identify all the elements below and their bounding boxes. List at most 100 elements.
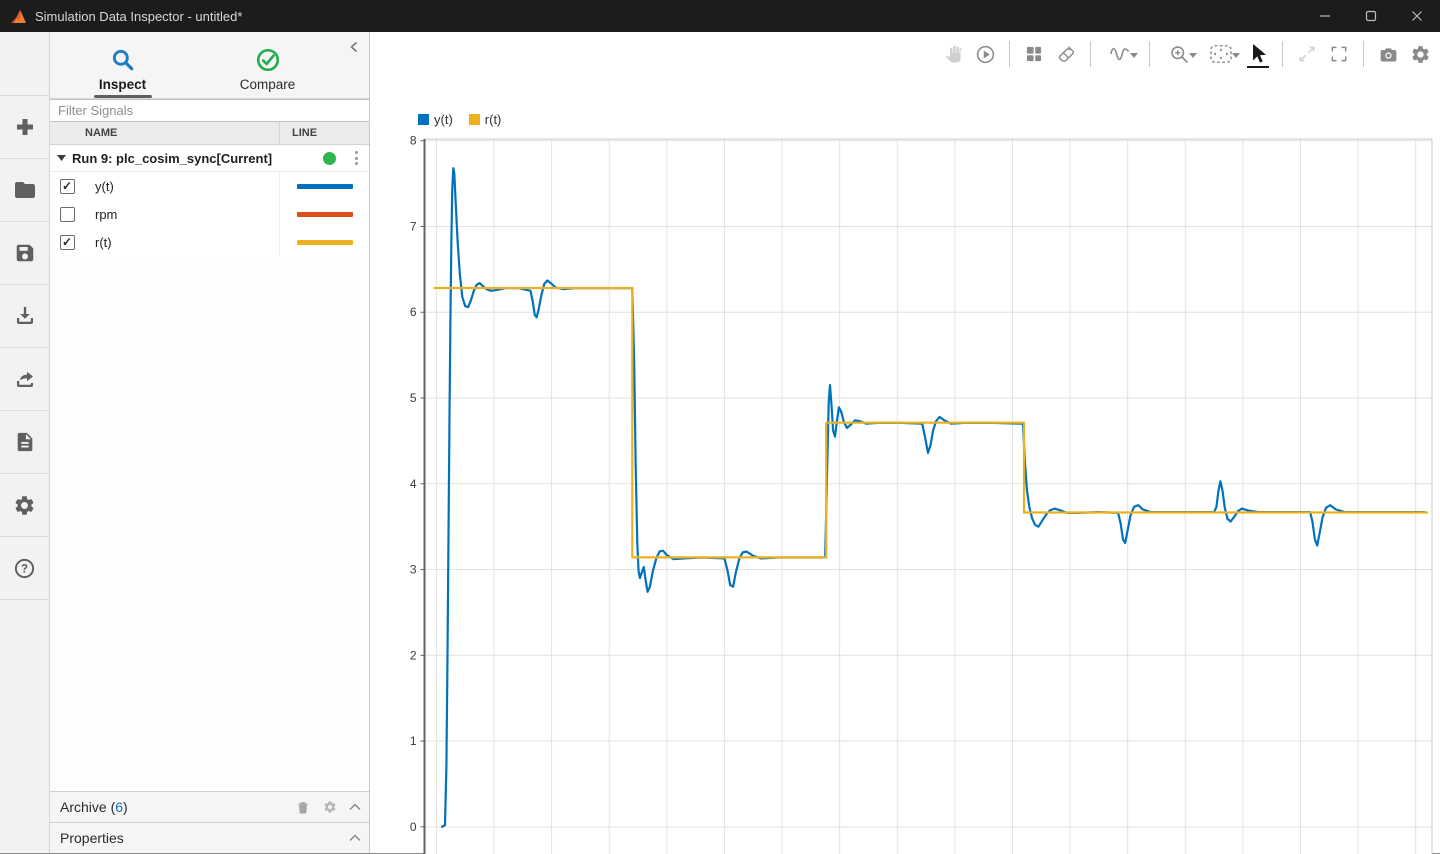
gear-icon xyxy=(13,494,36,517)
magnifier-icon xyxy=(110,47,136,73)
close-icon xyxy=(1411,10,1423,22)
window-title: Simulation Data Inspector - untitled* xyxy=(35,9,242,24)
tab-inspect[interactable]: Inspect xyxy=(50,32,195,98)
expand-icon xyxy=(1297,44,1317,64)
maximize-icon xyxy=(1365,10,1377,22)
signal-row[interactable]: ✓ r(t) xyxy=(50,228,369,256)
add-button[interactable] xyxy=(0,96,49,159)
archive-collapse-button[interactable] xyxy=(349,803,361,811)
properties-section[interactable]: Properties xyxy=(50,822,369,853)
signal-checkbox[interactable]: ✓ xyxy=(60,235,75,250)
expand-button[interactable] xyxy=(1293,40,1321,68)
preferences-button[interactable] xyxy=(0,474,49,537)
chevron-left-icon xyxy=(349,41,359,53)
signal-checkbox[interactable] xyxy=(60,207,75,222)
toolbar-separator xyxy=(1009,41,1010,67)
fit-view-button[interactable] xyxy=(1202,40,1240,68)
panel-tabs: Inspect Compare xyxy=(50,32,369,99)
import-button[interactable] xyxy=(0,285,49,348)
help-button[interactable]: ? xyxy=(0,537,49,600)
chevron-up-icon xyxy=(349,803,361,811)
maximize-button[interactable] xyxy=(1348,0,1394,32)
signal-table-header: NAME LINE xyxy=(50,122,369,145)
svg-text:5: 5 xyxy=(410,391,417,405)
archive-delete-button[interactable] xyxy=(295,799,311,816)
svg-text:7: 7 xyxy=(410,219,417,233)
close-button[interactable] xyxy=(1394,0,1440,32)
caret-down-icon xyxy=(1189,53,1197,58)
chart-panel: y(t) r(t) 036912151821242730333639424548… xyxy=(370,32,1440,853)
fullscreen-button[interactable] xyxy=(1325,40,1353,68)
signal-line-swatch xyxy=(297,240,353,245)
sidebar-toolbar: ? xyxy=(0,32,50,853)
minimize-icon xyxy=(1319,10,1331,22)
svg-text:4: 4 xyxy=(410,477,417,491)
zoom-in-icon xyxy=(1169,44,1190,65)
toolbar-separator xyxy=(1149,41,1150,67)
trash-icon xyxy=(295,799,311,816)
help-icon: ? xyxy=(13,557,36,580)
grid-icon xyxy=(1024,44,1044,64)
archive-section[interactable]: Archive (6) xyxy=(50,791,369,822)
collapse-panel-button[interactable] xyxy=(345,38,363,56)
cursor-icon xyxy=(1248,43,1268,65)
gear-icon xyxy=(1410,44,1431,65)
export-button[interactable] xyxy=(0,348,49,411)
archive-count: 6 xyxy=(115,799,123,815)
check-circle-icon xyxy=(255,47,281,73)
clear-button[interactable] xyxy=(1052,40,1080,68)
run-row[interactable]: Run 9: plc_cosim_sync[Current] xyxy=(50,145,369,172)
tab-compare[interactable]: Compare xyxy=(195,32,340,98)
plot-svg[interactable]: 0369121518212427303336394245485101234567… xyxy=(370,108,1439,854)
layout-button[interactable] xyxy=(1020,40,1048,68)
zoom-button[interactable] xyxy=(1160,40,1198,68)
signal-row[interactable]: rpm xyxy=(50,200,369,228)
svg-text:6: 6 xyxy=(410,305,417,319)
signal-name: r(t) xyxy=(84,235,279,250)
toolbar-separator xyxy=(1363,41,1364,67)
archive-label: Archive ( xyxy=(60,799,115,815)
save-button[interactable] xyxy=(0,222,49,285)
column-header-line: LINE xyxy=(279,122,369,144)
report-button[interactable] xyxy=(0,411,49,474)
filter-signals-input[interactable] xyxy=(50,99,369,122)
wave-icon xyxy=(1109,45,1131,63)
run-status-dot xyxy=(323,152,336,165)
expander-icon[interactable] xyxy=(50,155,72,161)
signal-row[interactable]: ✓ y(t) xyxy=(50,172,369,200)
properties-collapse-button[interactable] xyxy=(349,834,361,842)
plus-icon xyxy=(13,115,37,139)
snapshot-button[interactable] xyxy=(1374,40,1402,68)
left-panel: Inspect Compare NAME LINE xyxy=(50,32,370,853)
save-icon xyxy=(14,242,36,264)
open-button[interactable] xyxy=(0,159,49,222)
export-icon xyxy=(13,367,37,391)
run-label: Run 9: plc_cosim_sync[Current] xyxy=(72,151,272,166)
sidebar-spacer xyxy=(0,32,49,96)
chart-settings-button[interactable] xyxy=(1406,40,1434,68)
svg-text:0: 0 xyxy=(410,820,417,834)
replay-button[interactable] xyxy=(971,40,999,68)
column-header-name: NAME xyxy=(84,127,279,139)
signal-line-swatch xyxy=(297,212,353,217)
chevron-up-icon xyxy=(349,834,361,842)
fullscreen-icon xyxy=(1329,44,1349,64)
archive-settings-button[interactable] xyxy=(323,800,337,814)
filter-wrap xyxy=(50,99,369,122)
replay-icon xyxy=(975,44,996,65)
signal-checkbox[interactable]: ✓ xyxy=(60,179,75,194)
select-button[interactable] xyxy=(1244,40,1272,68)
signal-name: y(t) xyxy=(84,179,279,194)
caret-down-icon xyxy=(1232,53,1240,58)
properties-label: Properties xyxy=(60,830,124,846)
svg-text:3: 3 xyxy=(410,563,417,577)
run-menu-button[interactable] xyxy=(348,147,364,169)
chart-toolbar xyxy=(939,32,1434,76)
pan-button[interactable] xyxy=(939,40,967,68)
svg-text:?: ? xyxy=(21,563,28,575)
table-empty-area xyxy=(50,256,369,791)
signal-tools-button[interactable] xyxy=(1101,40,1139,68)
minimize-button[interactable] xyxy=(1302,0,1348,32)
toolbar-separator xyxy=(1282,41,1283,67)
svg-text:1: 1 xyxy=(410,734,417,748)
